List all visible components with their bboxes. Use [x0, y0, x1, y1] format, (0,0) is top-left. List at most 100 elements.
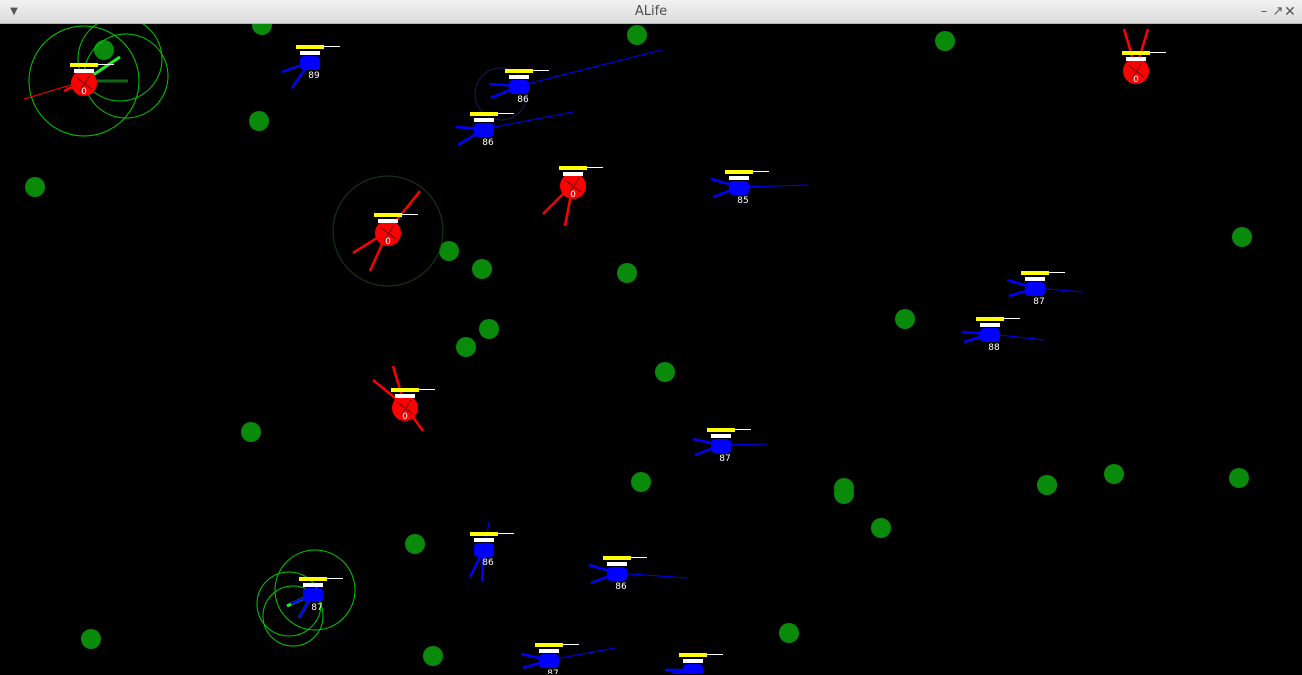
prey-energy-label: 86 [517, 95, 529, 105]
prey-energy-bar [707, 428, 735, 432]
prey-energy-bar [470, 532, 498, 536]
prey-body [607, 567, 627, 581]
prey-body [300, 56, 320, 70]
prey-energy-label: 86 [482, 138, 494, 148]
prey-energy-bar [603, 556, 631, 560]
prey-body [683, 664, 703, 674]
prey-layer: 89 86 86 85 87 88 87 86 86 87 87 [256, 45, 1084, 674]
alife-window: ▼ ALife – ↗ ✕ 0 0 0 0 0 89 86 86 85 87 88 87 86 86 87… [0, 0, 1302, 675]
predator-agent[interactable]: 0 [372, 365, 435, 432]
predator-agent[interactable]: 0 [1122, 28, 1166, 85]
food-pellet [655, 362, 675, 382]
prey-energy-label: 87 [1033, 297, 1044, 307]
food-pellet [81, 629, 101, 649]
food-pellet [1104, 464, 1124, 484]
prey-health-bar [711, 434, 731, 438]
predator-energy-bar [70, 63, 98, 67]
prey-energy-label: 86 [615, 582, 627, 592]
prey-agent[interactable]: 86 [468, 521, 514, 582]
prey-agent[interactable]: 89 [281, 45, 340, 89]
predator-energy-bar [1122, 51, 1150, 55]
prey-agent[interactable]: 87 [1006, 271, 1084, 307]
predator-energy-label: 0 [570, 190, 576, 200]
prey-agent[interactable]: 85 [710, 170, 808, 206]
food-pellet [479, 319, 499, 339]
food-pellet [472, 259, 492, 279]
prey-body [474, 123, 494, 137]
food-pellet [627, 25, 647, 45]
predator-health-bar [563, 172, 583, 176]
prey-energy-bar [296, 45, 324, 49]
food-pellet [25, 177, 45, 197]
close-icon[interactable]: ✕ [1280, 2, 1300, 22]
prey-health-bar [607, 562, 627, 566]
prey-energy-bar [976, 317, 1004, 321]
food-pellet [1232, 227, 1252, 247]
prey-agent[interactable]: 87 [692, 428, 768, 464]
food-pellet [779, 623, 799, 643]
prey-energy-bar [535, 643, 563, 647]
prey-energy-bar [505, 69, 533, 73]
prey-body [474, 543, 494, 557]
food-pellet [871, 518, 891, 538]
prey-energy-bar [679, 653, 707, 657]
predator-health-bar [1126, 57, 1146, 61]
prey-energy-bar [470, 112, 498, 116]
prey-health-bar [474, 118, 494, 122]
prey-agent[interactable]: 87 [520, 643, 616, 674]
prey-agent[interactable]: 86 [588, 556, 688, 592]
food-pellet [249, 111, 269, 131]
prey-health-bar [474, 538, 494, 542]
predator-energy-bar [374, 213, 402, 217]
prey-agent[interactable]: 86 [455, 111, 574, 148]
title-bar[interactable]: ▼ ALife – ↗ ✕ [0, 0, 1302, 24]
predator-energy-label: 0 [402, 412, 408, 422]
prey-health-bar [509, 75, 529, 79]
window-title: ALife [634, 4, 668, 19]
prey-agent[interactable]: 87 [256, 549, 356, 647]
food-pellet [423, 646, 443, 666]
prey-energy-label: 85 [737, 196, 748, 206]
food-pellet [631, 472, 651, 492]
prey-health-bar [300, 51, 320, 55]
prey-body [1025, 282, 1045, 296]
simulation-canvas[interactable]: 0 0 0 0 0 89 86 86 85 87 88 87 86 86 87 87 [1, 24, 1300, 674]
predator-energy-bar [391, 388, 419, 392]
food-pellet [252, 24, 272, 35]
prey-health-bar [1025, 277, 1045, 281]
prey-agent[interactable] [665, 653, 723, 674]
prey-energy-bar [725, 170, 753, 174]
prey-body [509, 80, 529, 94]
prey-body [303, 588, 323, 602]
food-pellet [1229, 468, 1249, 488]
prey-agent[interactable]: 86 [474, 49, 662, 121]
prey-energy-label: 87 [311, 603, 322, 613]
food-pellet [895, 309, 915, 329]
predator-energy-bar [559, 166, 587, 170]
prey-body [539, 654, 559, 668]
predator-health-bar [74, 69, 94, 73]
prey-body [711, 439, 731, 453]
prey-energy-label: 86 [482, 558, 494, 568]
predator-agent[interactable]: 0 [332, 175, 444, 287]
prey-health-bar [729, 176, 749, 180]
prey-energy-label: 87 [719, 454, 730, 464]
prey-agent[interactable]: 88 [961, 317, 1046, 353]
predator-agent[interactable]: 0 [542, 166, 603, 227]
predator-health-bar [395, 394, 415, 398]
predator-energy-label: 0 [81, 87, 87, 97]
food-pellet [1037, 475, 1057, 495]
prey-energy-bar [299, 577, 327, 581]
food-pellet [617, 263, 637, 283]
food-pellet [935, 31, 955, 51]
food-pellet [94, 40, 114, 60]
food-pellet [405, 534, 425, 554]
predator-energy-label: 0 [385, 237, 391, 247]
prey-health-bar [303, 583, 323, 587]
prey-health-bar [980, 323, 1000, 327]
prey-health-bar [683, 659, 703, 663]
food-layer [25, 24, 1252, 666]
predator-energy-label: 0 [1133, 75, 1139, 85]
prey-body [980, 328, 1000, 342]
predator-agent[interactable]: 0 [23, 24, 169, 137]
